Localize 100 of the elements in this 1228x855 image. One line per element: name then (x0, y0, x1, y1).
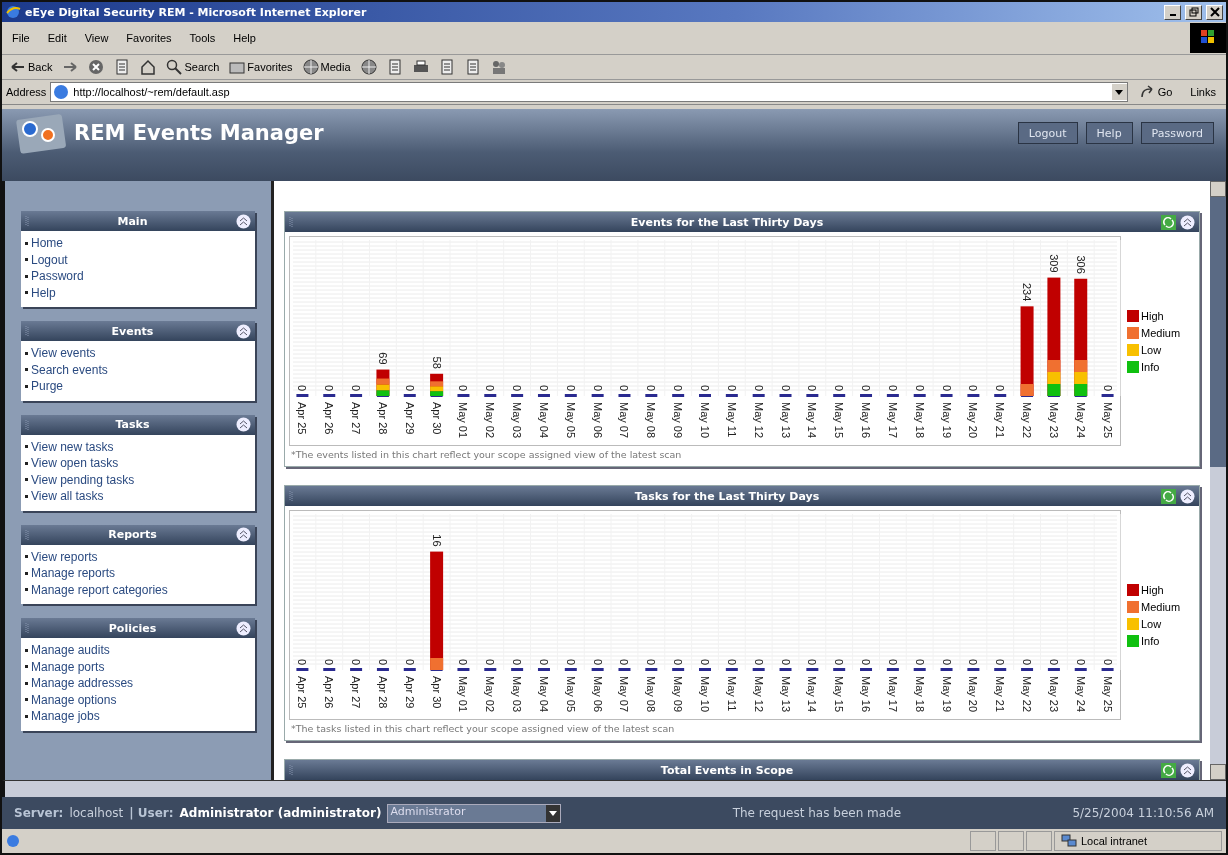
category-label: Apr 29 (403, 676, 416, 709)
refresh-icon[interactable] (1161, 762, 1176, 778)
category-label: Apr 25 (296, 676, 309, 709)
header-button[interactable]: Help (1085, 122, 1133, 144)
sidebar-link[interactable]: Help (25, 284, 251, 301)
value-label: 0 (403, 384, 416, 391)
legend-label: Low (1141, 343, 1162, 356)
value-label: 0 (591, 658, 604, 665)
collapse-icon[interactable] (236, 417, 251, 432)
refresh-icon[interactable] (1161, 488, 1176, 504)
value-label: 0 (618, 658, 631, 665)
category-label: May 03 (511, 676, 524, 713)
sidebar-link[interactable]: Search events (25, 361, 251, 378)
value-label: 0 (537, 658, 550, 665)
server-name: localhost (69, 806, 124, 820)
home-button[interactable] (140, 59, 157, 75)
menu-item[interactable]: View (84, 32, 109, 44)
print-button[interactable] (412, 59, 429, 75)
menu-item[interactable]: File (12, 32, 30, 44)
panel-title: Main (116, 214, 149, 228)
sidebar-link[interactable]: View pending tasks (25, 471, 251, 488)
bullet-icon (25, 291, 28, 295)
value-label: 0 (886, 384, 899, 391)
sidebar-link[interactable]: Manage ports (25, 658, 251, 675)
sidebar-link[interactable]: Manage reports (25, 565, 251, 582)
value-label: 0 (940, 384, 953, 391)
sidebar-link[interactable]: View all tasks (25, 488, 251, 505)
value-label: 0 (752, 658, 765, 665)
value-label: 0 (645, 384, 658, 391)
sidebar-link[interactable]: Purge (25, 378, 251, 395)
value-label: 0 (511, 658, 524, 665)
close-button[interactable] (1206, 4, 1223, 20)
sidebar-link[interactable]: Manage jobs (25, 708, 251, 725)
value-label: 0 (350, 658, 363, 665)
category-label: May 12 (752, 402, 765, 439)
menu-item[interactable]: Help (233, 32, 256, 44)
toolbar-button[interactable]: Favorites (229, 59, 293, 75)
category-label: May 16 (860, 402, 873, 439)
panel-title: Policies (107, 621, 158, 635)
collapse-icon[interactable] (236, 620, 251, 636)
panel-title: Reports (107, 528, 158, 541)
sidebar-link[interactable]: Home (25, 235, 251, 252)
sidebar-link[interactable]: Logout (25, 251, 251, 268)
value-label: 0 (1021, 658, 1034, 665)
sidebar-link[interactable]: View open tasks (25, 455, 251, 472)
go-button[interactable]: Go (1131, 85, 1181, 99)
header-button[interactable]: Password (1140, 122, 1214, 144)
horizontal-scrollbar[interactable] (2, 780, 1226, 797)
severity-bands (1047, 360, 1061, 396)
sidebar-link[interactable]: Manage audits (25, 642, 251, 659)
sidebar-link[interactable]: Manage addresses (25, 675, 251, 692)
dropdown-arrow-icon[interactable] (549, 810, 558, 816)
minimize-button[interactable] (1164, 4, 1181, 20)
severity-bands (430, 658, 444, 670)
value-label: 0 (752, 384, 765, 391)
menu-item[interactable]: Favorites (126, 32, 172, 44)
refresh-icon[interactable] (1161, 214, 1176, 230)
sidebar-link[interactable]: View reports (25, 548, 251, 565)
value-label: 0 (725, 384, 738, 391)
sidebar-link[interactable]: View events (25, 345, 251, 362)
toolbar-button[interactable]: Back (10, 59, 53, 75)
sidebar-link[interactable]: View new tasks (25, 438, 251, 455)
category-label: May 24 (1074, 676, 1087, 713)
category-label: May 24 (1074, 402, 1087, 439)
links-button[interactable]: Links (1184, 86, 1222, 98)
toolbar-button[interactable]: Search (166, 59, 220, 75)
menu-item[interactable]: Edit (47, 32, 67, 44)
collapse-icon[interactable] (236, 323, 251, 339)
back-arrow-icon (10, 59, 26, 75)
toolbar-button[interactable]: Media (302, 59, 351, 75)
status-pane (1026, 831, 1052, 851)
address-label: Address (6, 86, 47, 98)
sidebar-link[interactable]: Manage report categories (25, 581, 251, 598)
bullet-icon (25, 698, 28, 702)
window-title: eEye Digital Security REM - Microsoft Internet Explorer (25, 5, 367, 19)
go-arrow-icon (1139, 85, 1156, 99)
forward-button[interactable] (62, 59, 79, 75)
collapse-icon[interactable] (236, 527, 251, 542)
messenger-button[interactable] (490, 59, 507, 75)
category-label: Apr 26 (323, 402, 336, 435)
category-label: May 13 (779, 676, 792, 713)
panel-title: Events for the Last Thirty Days (629, 215, 825, 229)
vertical-scrollbar[interactable] (1210, 181, 1226, 780)
restore-button[interactable] (1185, 4, 1202, 20)
collapse-icon[interactable] (1180, 488, 1195, 504)
menu-item[interactable]: Tools (189, 32, 216, 44)
header-button[interactable]: Logout (1017, 122, 1078, 144)
history-button[interactable] (360, 59, 377, 75)
address-field[interactable]: http://localhost/~rem/default.asp (50, 82, 1128, 102)
legend-label: Info (1141, 634, 1160, 647)
sidebar-link[interactable]: Manage options (25, 691, 251, 708)
app-title: REM Events Manager (74, 121, 324, 145)
collapse-icon[interactable] (236, 213, 251, 229)
stop-button[interactable] (88, 59, 105, 75)
collapse-icon[interactable] (1180, 214, 1195, 230)
legend-label: Info (1141, 360, 1160, 373)
collapse-icon[interactable] (1180, 762, 1195, 778)
category-label: May 08 (645, 676, 658, 713)
sidebar-link[interactable]: Password (25, 268, 251, 285)
value-label: 309 (1047, 254, 1060, 273)
